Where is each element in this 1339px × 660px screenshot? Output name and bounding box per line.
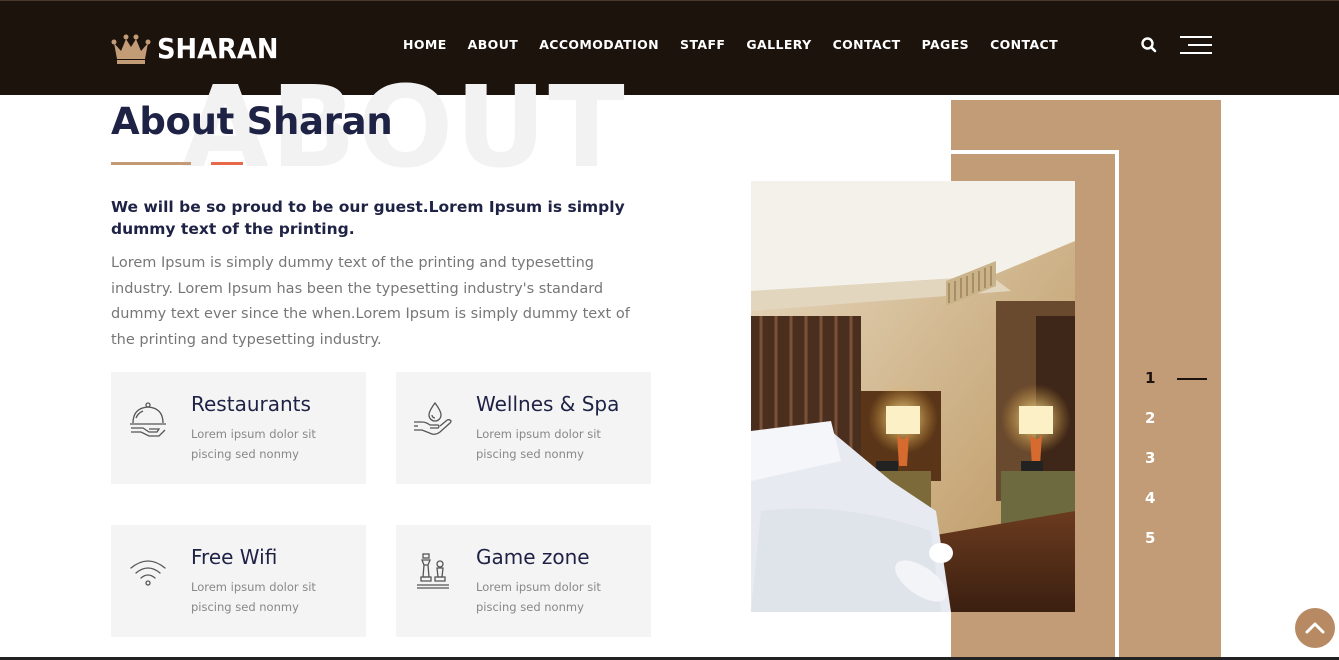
feature-title: Wellnes & Spa — [476, 392, 620, 416]
feature-text: Lorem ipsum dolor sit piscing sed nonmy — [476, 580, 601, 614]
about-body: Lorem Ipsum is simply dummy text of the … — [111, 255, 630, 348]
feature-card-restaurants[interactable]: Restaurants Lorem ipsum dolor sit piscin… — [111, 372, 366, 484]
feature-card-spa[interactable]: Wellnes & Spa Lorem ipsum dolor sit pisc… — [396, 372, 651, 484]
slider-pagination: 1 2 3 4 5 — [1145, 368, 1208, 568]
wifi-icon — [130, 560, 166, 586]
nav-accomodation[interactable]: ACCOMODATION — [539, 37, 659, 52]
search-icon — [1141, 37, 1157, 53]
scroll-to-top-button[interactable] — [1295, 608, 1335, 648]
slide-number-4[interactable]: 4 — [1145, 488, 1207, 528]
hamburger-menu-icon — [1180, 36, 1212, 38]
slide-number-5[interactable]: 5 — [1145, 528, 1207, 568]
slide-number-1[interactable]: 1 — [1145, 368, 1208, 408]
slide-number-label: 4 — [1145, 489, 1156, 507]
about-lead: We will be so proud to be our guest.Lore… — [111, 198, 625, 238]
spa-drop-hand-icon — [414, 401, 452, 435]
hotel-room-image — [751, 181, 1075, 612]
nav-gallery[interactable]: GALLERY — [746, 37, 811, 52]
nav-contact-2[interactable]: CONTACT — [990, 37, 1058, 52]
feature-title: Restaurants — [191, 392, 311, 416]
feature-card-gamezone[interactable]: Game zone Lorem ipsum dolor sit piscing … — [396, 525, 651, 637]
title-underline-accent — [211, 162, 243, 165]
nav-home[interactable]: HOME — [403, 37, 447, 52]
hotel-room-photo — [751, 181, 1075, 612]
nav-contact[interactable]: CONTACT — [833, 37, 901, 52]
nav-staff[interactable]: STAFF — [680, 37, 725, 52]
title-underline — [111, 162, 191, 165]
hamburger-line — [1180, 52, 1212, 54]
feature-card-wifi[interactable]: Free Wifi Lorem ipsum dolor sit piscing … — [111, 525, 366, 637]
nav-about[interactable]: ABOUT — [468, 37, 519, 52]
slide-number-label: 3 — [1145, 449, 1156, 467]
chevron-up-icon — [1305, 622, 1325, 634]
slide-number-3[interactable]: 3 — [1145, 448, 1207, 488]
feature-title: Free Wifi — [191, 545, 278, 569]
feature-title: Game zone — [476, 545, 590, 569]
feature-text: Lorem ipsum dolor sit piscing sed nonmy — [191, 580, 316, 614]
logo-text: SHARAN — [157, 31, 279, 65]
slide-number-label: 5 — [1145, 529, 1156, 547]
chess-icon — [417, 553, 449, 589]
slide-number-label: 1 — [1145, 369, 1156, 387]
slide-number-label: 2 — [1145, 409, 1156, 427]
hamburger-line — [1188, 44, 1212, 46]
about-title: About Sharan — [111, 100, 393, 143]
slide-number-2[interactable]: 2 — [1145, 408, 1207, 448]
feature-text: Lorem ipsum dolor sit piscing sed nonmy — [191, 427, 316, 461]
crown-icon — [111, 34, 151, 64]
active-indicator-line — [1177, 378, 1208, 380]
cloche-icon — [130, 402, 166, 437]
site-logo[interactable]: SHARAN — [111, 31, 289, 65]
nav-pages[interactable]: PAGES — [922, 37, 970, 52]
search-button[interactable] — [1140, 36, 1158, 54]
feature-text: Lorem ipsum dolor sit piscing sed nonmy — [476, 427, 601, 461]
hamburger-menu-button[interactable] — [1180, 34, 1212, 56]
main-nav: HOME ABOUT ACCOMODATION STAFF GALLERY CO… — [403, 37, 1079, 52]
